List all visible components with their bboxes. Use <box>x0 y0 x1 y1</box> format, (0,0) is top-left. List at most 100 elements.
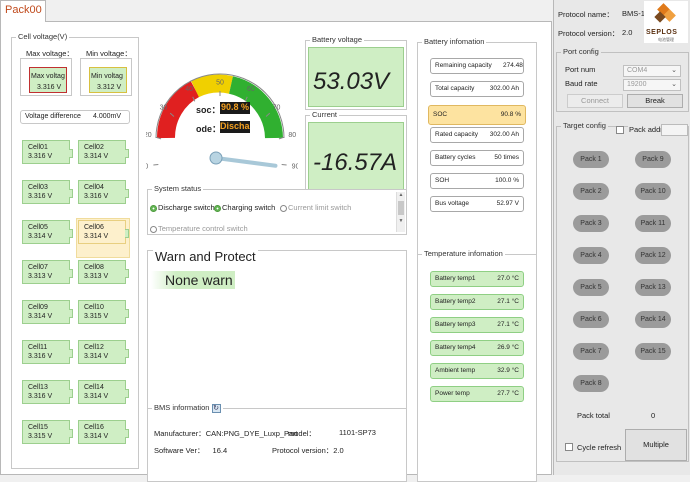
port-num-label: Port num <box>565 65 596 74</box>
model-label: model： <box>288 429 316 438</box>
pack-13-button[interactable]: Pack 13 <box>635 279 671 296</box>
warn-status: None warn <box>151 271 235 289</box>
cycle-refresh-checkbox[interactable] <box>565 443 573 451</box>
max-voltage-value: 3.316 V <box>37 84 62 91</box>
cell-value: 3.314 V <box>84 233 109 240</box>
gauge-hub <box>209 151 223 165</box>
gauge-tick-label: 30 <box>160 105 168 112</box>
row-value: 302.00 Ah <box>489 131 519 138</box>
cell-16: Cell16 3.314 V <box>78 420 129 444</box>
bms-information-title: BMS information ↻ <box>152 403 223 413</box>
target-config-title-text: Target config <box>563 121 606 130</box>
pack-8-button[interactable]: Pack 8 <box>573 375 609 392</box>
pack-3-button[interactable]: Pack 3 <box>573 215 609 232</box>
row-label: SOC <box>433 111 448 118</box>
cell-value: 3.316 V <box>28 393 53 400</box>
soc-readout-value: 90.8 % <box>220 102 250 114</box>
refresh-icon[interactable]: ↻ <box>211 404 221 413</box>
battery-information-title: Battery infomation <box>422 37 487 46</box>
soc-readout-label: soc： <box>196 105 221 115</box>
cell-05: Cell05 3.314 V <box>22 220 73 244</box>
status-label: Discharge switch <box>158 203 215 212</box>
chevron-down-icon: ⌄ <box>671 81 677 88</box>
pack-7-button[interactable]: Pack 7 <box>573 343 609 360</box>
temperature-information-title: Temperature infomation <box>422 249 505 258</box>
max-voltage-box: Max voltag 3.316 V <box>20 58 72 96</box>
row-value: 302.00 Ah <box>489 85 519 92</box>
cell-label: Cell07 <box>28 264 48 271</box>
soh-row: SOH 100.0 % <box>430 173 524 189</box>
current-group: Current -16.57A <box>305 110 407 200</box>
protocol-version-value: 2.0 <box>622 28 633 37</box>
row-label: Battery temp3 <box>435 321 476 328</box>
pack-total-label: Pack total <box>577 411 610 420</box>
pack-4-button[interactable]: Pack 4 <box>573 247 609 264</box>
remaining-capacity-row: Remaining capacity 274.48 A <box>430 58 524 74</box>
system-status-scrollbar[interactable]: ▲ ▼ <box>396 192 405 232</box>
ambient-temp-row: Ambient temp 32.9 °C <box>430 363 524 379</box>
pack-6-button[interactable]: Pack 6 <box>573 311 609 328</box>
pack-11-button[interactable]: Pack 11 <box>635 215 671 232</box>
scroll-up-icon[interactable]: ▲ <box>397 192 405 198</box>
battery-temp4-row: Battery temp4 26.9 °C <box>430 340 524 356</box>
gauge-tick <box>281 163 287 166</box>
tab-pack00[interactable]: Pack00 <box>0 0 46 22</box>
cell-value: 3.314 V <box>84 393 109 400</box>
cell-label: Cell13 <box>28 384 48 391</box>
min-voltage-value: 3.312 V <box>97 84 122 91</box>
cell-07: Cell07 3.313 V <box>22 260 73 284</box>
pack-12-button[interactable]: Pack 12 <box>635 247 671 264</box>
cell-08: Cell08 3.313 V <box>78 260 129 284</box>
row-label: Power temp <box>435 390 470 397</box>
seplos-logo-subtext: 电池管理 <box>658 37 674 42</box>
cell-label: Cell12 <box>84 344 104 351</box>
protocol-label: Protocol version： <box>272 446 334 455</box>
scroll-thumb[interactable] <box>398 201 404 215</box>
connect-button[interactable]: Connect <box>567 94 623 108</box>
port-config-group: Port config Port num COM4 ⌄ Baud rate 192… <box>556 47 689 112</box>
cell-value: 3.314 V <box>84 153 109 160</box>
break-button[interactable]: Break <box>627 94 683 108</box>
status-indicator <box>150 204 157 212</box>
cell-value: 3.313 V <box>28 273 53 280</box>
multiple-button[interactable]: Multiple <box>625 429 687 461</box>
discharge-switch-status: Discharge switch <box>150 203 215 212</box>
status-indicator <box>214 204 221 212</box>
row-label: Ambient temp <box>435 367 476 374</box>
row-value: 26.9 °C <box>497 344 519 351</box>
scroll-down-icon[interactable]: ▼ <box>397 218 405 224</box>
row-value: 100.0 % <box>495 177 519 184</box>
pack-5-button[interactable]: Pack 5 <box>573 279 609 296</box>
pack-1-button[interactable]: Pack 1 <box>573 151 609 168</box>
cell-02: Cell02 3.314 V <box>78 140 129 164</box>
row-value: 32.9 °C <box>497 367 519 374</box>
bms-information-group: BMS information ↻ Manufacturer：CAN:PNG_D… <box>147 403 407 482</box>
pack-addr-input[interactable] <box>661 124 688 136</box>
cell-value: 3.316 V <box>84 193 109 200</box>
gauge-tick-label: 80 <box>288 132 296 139</box>
baud-rate-select[interactable]: 19200 ⌄ <box>623 79 681 91</box>
row-value: 274.48 A <box>503 62 523 69</box>
port-num-value: COM4 <box>627 67 648 74</box>
pack-addr-checkbox[interactable] <box>616 126 624 134</box>
cell-value: 3.316 V <box>28 193 53 200</box>
cell-13: Cell13 3.316 V <box>22 380 73 404</box>
pack-14-button[interactable]: Pack 14 <box>635 311 671 328</box>
min-voltage-box: Min voltag 3.312 V <box>80 58 132 96</box>
status-label: Temperature control switch <box>158 224 248 233</box>
pack-9-button[interactable]: Pack 9 <box>635 151 671 168</box>
battery-voltage-title: Battery voltage <box>310 35 365 44</box>
target-config-group: Target config Pack addr Pack 1 Pack 9 Pa… <box>556 121 689 462</box>
pack-15-button[interactable]: Pack 15 <box>635 343 671 360</box>
voltage-difference-value: 4.000mV <box>93 113 122 120</box>
port-num-select[interactable]: COM4 ⌄ <box>623 65 681 77</box>
baud-rate-value: 19200 <box>627 81 647 88</box>
row-label: Total capacity <box>435 85 475 92</box>
row-label: Remaining capacity <box>435 62 492 69</box>
pack-2-button[interactable]: Pack 2 <box>573 183 609 200</box>
status-indicator <box>280 204 287 212</box>
pack-10-button[interactable]: Pack 10 <box>635 183 671 200</box>
warn-protect-group: Warn and Protect None warn <box>147 249 407 425</box>
cell-value: 3.314 V <box>28 313 53 320</box>
soc-row: SOC 90.8 % <box>428 105 526 125</box>
